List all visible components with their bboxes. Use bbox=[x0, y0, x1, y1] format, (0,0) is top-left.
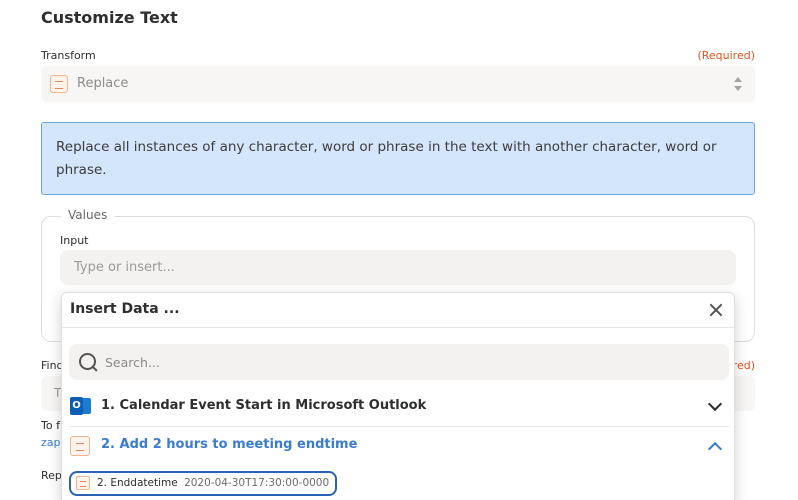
chevron-down-icon[interactable] bbox=[707, 396, 723, 412]
formatter-icon bbox=[70, 436, 90, 456]
transform-required-badge: (Required) bbox=[697, 49, 755, 62]
replace-label: Rep bbox=[41, 469, 62, 482]
search-input[interactable] bbox=[105, 344, 715, 380]
step-row-formatter[interactable]: 2. Add 2 hours to meeting endtime bbox=[69, 428, 729, 466]
enddatetime-field-chip[interactable]: 2. Enddatetime 2020-04-30T17:30:00-0000 bbox=[69, 471, 338, 496]
select-stepper-icon bbox=[733, 77, 743, 93]
step-label: 2. Add 2 hours to meeting endtime bbox=[101, 437, 358, 452]
insert-data-popover: Insert Data ... O 1. Calendar Event Star… bbox=[61, 292, 735, 500]
input-field[interactable] bbox=[60, 250, 736, 285]
formatter-icon bbox=[50, 75, 68, 93]
chip-value: 2020-04-30T17:30:00-0000 bbox=[184, 477, 330, 489]
close-icon[interactable] bbox=[708, 302, 724, 318]
transform-select-value: Replace bbox=[77, 76, 129, 91]
transform-label: Transform bbox=[41, 49, 96, 62]
insert-data-title: Insert Data ... bbox=[70, 301, 180, 317]
chip-key: 2. Enddatetime bbox=[97, 477, 178, 489]
step-label: 1. Calendar Event Start in Microsoft Out… bbox=[101, 398, 427, 413]
info-banner: Replace all instances of any character, … bbox=[41, 122, 755, 195]
formatter-icon bbox=[76, 476, 90, 490]
step-row-outlook[interactable]: O 1. Calendar Event Start in Microsoft O… bbox=[69, 389, 729, 427]
outlook-icon: O bbox=[70, 395, 92, 417]
find-help-text: To f bbox=[41, 419, 60, 432]
popover-divider bbox=[62, 327, 734, 328]
values-legend: Values bbox=[61, 208, 115, 222]
page-title: Customize Text bbox=[41, 8, 178, 27]
find-required-badge: red) bbox=[732, 359, 755, 372]
input-label: Input bbox=[60, 234, 89, 247]
search-icon bbox=[78, 352, 98, 372]
search-box bbox=[69, 344, 729, 380]
transform-select[interactable]: Replace bbox=[41, 66, 755, 102]
chevron-up-icon[interactable] bbox=[707, 441, 723, 457]
